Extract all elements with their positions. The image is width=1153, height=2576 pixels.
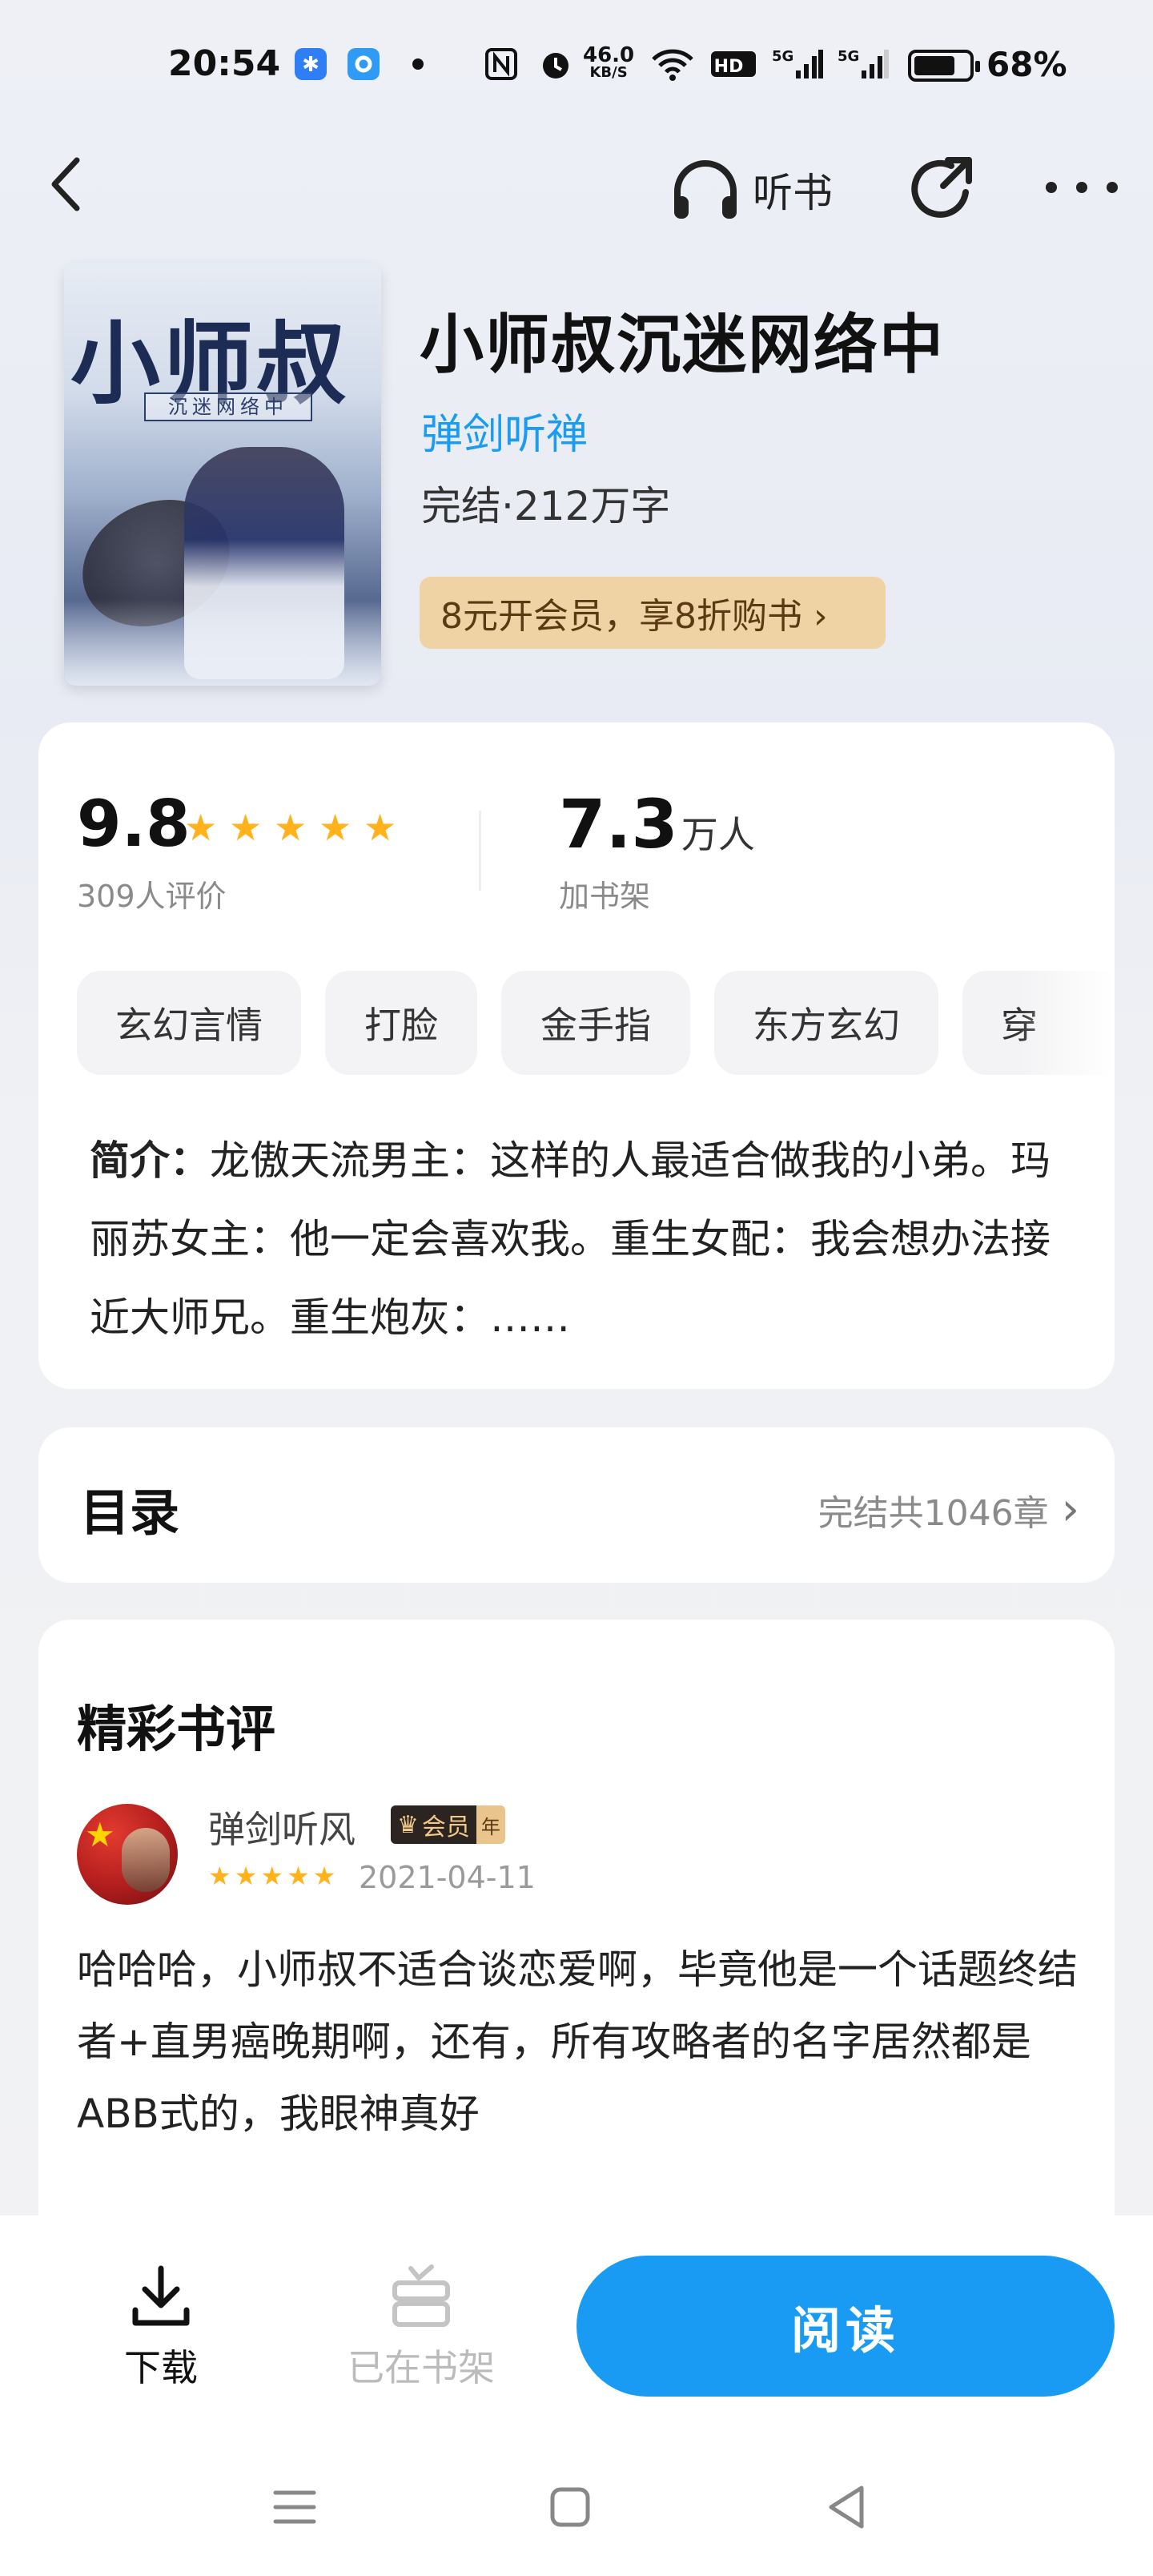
toc-chapter-count: 完结共1046章 [818, 1492, 1049, 1534]
home-square-icon [550, 2487, 590, 2527]
flag-star-icon: ★ [85, 1815, 115, 1854]
book-status-wordcount: 完结·212万字 [421, 483, 671, 529]
crown-icon: ♛ [397, 1810, 419, 1839]
reviews-heading: 精彩书评 [77, 1700, 276, 1758]
book-cover[interactable]: 小师叔 沉迷网络中 [64, 263, 381, 686]
vip-promo-label: 8元开会员，享8折购书 › [440, 596, 828, 637]
svg-text:HD: HD [714, 57, 744, 77]
headphones-icon [674, 160, 737, 219]
listen-label: 听书 [753, 170, 833, 216]
listen-button[interactable]: 听书 [669, 154, 846, 226]
stats-divider [479, 811, 481, 891]
star-icon: ★ [234, 1861, 258, 1891]
dot-icon [1046, 182, 1057, 193]
back-triangle-icon [829, 2485, 864, 2529]
book-info-card: 9.8 ★ ★ ★ ★ ★ 309人评价 7.3 万人 加书架 玄幻言情 打脸 … [38, 722, 1115, 1389]
nfc-icon [484, 46, 519, 82]
tag-list: 玄幻言情 打脸 金手指 东方玄幻 穿 [77, 971, 1115, 1075]
read-button[interactable]: 阅读 [576, 2256, 1115, 2397]
system-menu-button[interactable] [263, 2475, 327, 2539]
download-label: 下载 [124, 2346, 198, 2389]
share-button[interactable] [903, 151, 980, 227]
star-icon: ★ [229, 806, 263, 849]
book-author-link[interactable]: 弹剑听禅 [421, 400, 588, 461]
vip-badge: ♛ 会员 年 [391, 1805, 505, 1844]
book-title: 小师叔沉迷网络中 [420, 308, 945, 382]
read-label: 阅读 [790, 2301, 900, 2360]
signal-5g-icon-2: 5G [838, 46, 889, 82]
app-notification-icon: ✱ [293, 46, 328, 82]
ratings-count[interactable]: 309人评价 [77, 871, 227, 916]
net-speed-value: 46.0 [583, 43, 635, 67]
reviewer-name[interactable]: 弹剑听风 [208, 1801, 356, 1854]
tag-chip[interactable]: 东方玄幻 [714, 971, 938, 1075]
review-text[interactable]: 哈哈哈，小师叔不适合谈恋爱啊，毕竟他是一个话题终结者+直男癌晚期啊，还有，所有攻… [77, 1934, 1086, 2150]
vip-badge-year: 年 [476, 1805, 505, 1844]
menu-icon [273, 2490, 316, 2524]
intro-label: 简介： [90, 1137, 210, 1184]
tag-chip[interactable]: 金手指 [501, 971, 690, 1075]
star-icon: ★ [319, 806, 352, 849]
net-speed-unit: KB/S [589, 64, 628, 81]
status-time: 20:54 [168, 43, 281, 84]
wifi-icon [650, 46, 695, 82]
svg-text:5G: 5G [838, 48, 859, 65]
cover-subtitle-art: 沉迷网络中 [144, 392, 312, 421]
vip-promo-button[interactable]: 8元开会员，享8折购书 › [420, 577, 886, 649]
chevron-right-icon: › [1061, 1483, 1079, 1536]
star-icon: ★ [364, 806, 397, 849]
more-options-button[interactable] [1046, 171, 1118, 203]
toc-title: 目录 [80, 1483, 180, 1542]
book-intro[interactable]: 简介：龙傲天流男主：这样的人最适合做我的小弟。玛丽苏女主：他一定会喜欢我。重生女… [90, 1121, 1083, 1357]
dot-icon [1107, 182, 1118, 193]
more-notifications-dot-icon [410, 46, 426, 82]
download-icon [132, 2265, 190, 2326]
cover-mist [64, 599, 381, 686]
intro-text: 龙傲天流男主：这样的人最适合做我的小弟。玛丽苏女主：他一定会喜欢我。重生女配：我… [90, 1137, 1051, 1341]
download-button[interactable]: 下载 [117, 2264, 205, 2392]
hd-voice-icon: HD [709, 46, 757, 82]
review-stars: ★ ★ ★ ★ ★ [208, 1863, 335, 1889]
star-icon: ★ [184, 806, 218, 849]
star-icon: ★ [312, 1861, 336, 1891]
shelf-count-number: 7.3 [559, 785, 678, 863]
net-speed: 46.0 KB/S [583, 43, 635, 82]
tag-chip[interactable]: 打脸 [325, 971, 477, 1075]
shelf-count-label: 加书架 [559, 879, 651, 914]
vip-badge-label: 会员 [421, 1813, 470, 1841]
shelf-count-unit: 万人 [681, 813, 755, 856]
signal-5g-icon-1: 5G [772, 46, 823, 82]
review-date: 2021-04-11 [359, 1860, 536, 1895]
battery-icon [908, 50, 980, 82]
system-home-button[interactable] [538, 2475, 602, 2539]
bookshelf-added-icon [392, 2264, 450, 2327]
on-shelf-button[interactable]: 已在书架 [341, 2264, 501, 2392]
table-of-contents-row[interactable]: 目录 完结共1046章 › [38, 1427, 1115, 1583]
share-icon [911, 157, 972, 218]
shelf-count: 7.3 万人 [559, 785, 755, 863]
star-icon: ★ [208, 1861, 231, 1891]
tag-chip[interactable]: 玄幻言情 [77, 971, 301, 1075]
star-icon: ★ [287, 1861, 310, 1891]
dot-icon [1076, 182, 1087, 193]
back-button[interactable] [45, 154, 93, 215]
star-icon: ★ [260, 1861, 284, 1891]
avatar[interactable]: ★ [77, 1804, 178, 1905]
svg-text:✱: ✱ [302, 53, 319, 77]
rating-stars: ★ ★ ★ ★ ★ [184, 806, 397, 849]
battery-percent: 68% [986, 45, 1067, 84]
app-notification-icon-2 [346, 46, 381, 82]
chevron-left-icon [51, 157, 80, 211]
tag-list-fade [1018, 971, 1115, 1075]
svg-text:5G: 5G [772, 48, 793, 65]
system-back-button[interactable] [815, 2475, 879, 2539]
status-bar: 20:54 ✱ 46.0 KB/S HD 5G 5G 68% [0, 0, 1153, 136]
rating-score: 9.8 [77, 787, 191, 861]
avatar-art [122, 1828, 170, 1892]
star-icon: ★ [274, 806, 307, 849]
alarm-icon [538, 46, 573, 82]
on-shelf-label: 已在书架 [348, 2346, 495, 2389]
toc-summary: 完结共1046章 › [818, 1483, 1079, 1536]
